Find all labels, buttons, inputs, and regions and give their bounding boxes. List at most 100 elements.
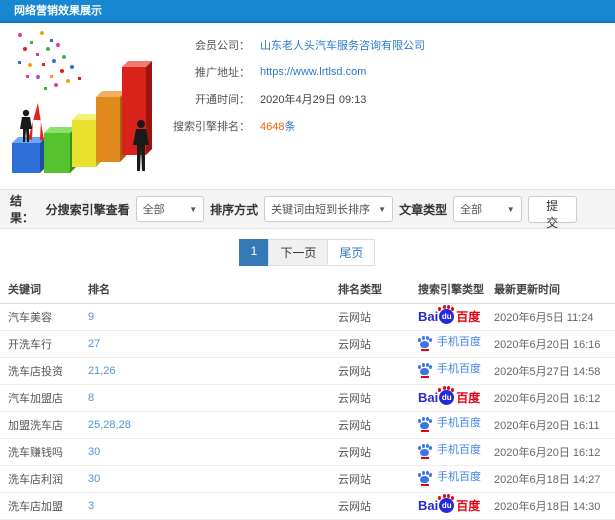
engine-cell: Bai du 百度 [418, 303, 494, 331]
rank-cell[interactable]: 21,26 [88, 357, 338, 385]
baidu-mobile-paw-part [421, 456, 429, 459]
info-row-company: 会员公司： 山东老人头汽车服务咨询有限公司 [170, 31, 615, 58]
article-type-value: 全部 [460, 204, 483, 216]
engine-cell: Bai du 百度 [418, 492, 494, 520]
member-info-panel: 会员公司： 山东老人头汽车服务咨询有限公司 推广地址： https://www.… [170, 31, 615, 139]
keyword-cell: 开洗车行 [0, 330, 88, 358]
next-page-button[interactable]: 下一页 [268, 238, 329, 266]
keyword-cell: 洗车店加盟 [0, 492, 88, 520]
engine-cell: Bai du 百度 [418, 384, 494, 412]
updated-cell: 2020年6月18日 14:30 [494, 492, 615, 520]
baidu-mobile-paw-icon [418, 470, 432, 486]
sort-select[interactable]: 关键词由短到长排序 ▼ [264, 196, 394, 222]
keyword-cell: 汽车美容 [0, 303, 88, 331]
rank-cell[interactable]: 25,28,28 [88, 411, 338, 439]
rank-cell[interactable]: 27 [88, 330, 338, 358]
rank-cell[interactable]: 30 [88, 438, 338, 466]
chevron-down-icon: ▼ [506, 204, 515, 214]
baidu-mobile-paw-part [418, 445, 421, 450]
rank-cell[interactable]: 9 [88, 303, 338, 331]
header-keyword: 关键词 [0, 275, 88, 304]
baidu-mobile-label: 手机百度 [437, 335, 481, 348]
engine-filter-select[interactable]: 全部 ▼ [135, 196, 205, 222]
rank-type-cell: 云网站 [338, 330, 418, 358]
engine-cell: 手机百度 [418, 357, 494, 385]
rank-type-cell: 云网站 [338, 384, 418, 412]
table-row: 汽车加盟店 8 云网站 Bai du 百度 2020年6月20日 16:12 [0, 384, 615, 412]
baidu-mobile-paw-part [421, 348, 429, 351]
filter-controls: 分搜索引擎查看 全部 ▼ 排序方式 关键词由短到长排序 ▼ 文章类型 全部 ▼ … [46, 195, 577, 230]
page-title: 网络营销效果展示 [14, 5, 102, 17]
table-row: 洗车店投资 21,26 云网站 手机百度 2020年5月27日 14:58 [0, 357, 615, 385]
engine-cell: 手机百度 [418, 438, 494, 466]
baidu-mobile-logo: 手机百度 [418, 443, 481, 459]
updated-cell: 2020年5月27日 14:58 [494, 357, 615, 385]
rank-type-cell: 云网站 [338, 303, 418, 331]
baidu-mobile-paw-part [422, 443, 425, 448]
baidu-mobile-paw-icon [418, 416, 432, 432]
updated-cell: 2020年6月5日 11:24 [494, 303, 615, 331]
rank-type-cell: 云网站 [338, 411, 418, 439]
updated-cell: 2020年6月20日 16:11 [494, 411, 615, 439]
baidu-logo-hanzi: 百度 [456, 390, 481, 405]
baidu-paw-icon: du [438, 305, 455, 324]
baidu-mobile-logo: 手机百度 [418, 470, 481, 486]
last-page-button[interactable]: 尾页 [327, 238, 376, 266]
open-time-label: 开通时间： [195, 93, 250, 106]
baidu-pc-logo: Bai du 百度 [418, 494, 480, 513]
baidu-mobile-label: 手机百度 [437, 470, 481, 483]
rank-type-cell: 云网站 [338, 465, 418, 493]
engine-cell: 手机百度 [418, 411, 494, 439]
baidu-mobile-paw-icon [418, 362, 432, 378]
baidu-mobile-paw-part [420, 475, 429, 483]
page-1-button[interactable]: 1 [238, 238, 270, 266]
keyword-cell: 汽车加盟店 [0, 384, 88, 412]
baidu-logo-text: Bai [418, 498, 439, 513]
baidu-mobile-paw-part [418, 418, 421, 423]
table-row: 汽车美容 9 云网站 Bai du 百度 2020年6月5日 11:24 [0, 303, 615, 331]
baidu-mobile-paw-part [429, 337, 432, 342]
rank-type-cell: 云网站 [338, 492, 418, 520]
rank-cell[interactable]: 3 [88, 492, 338, 520]
baidu-pc-logo: Bai du 百度 [418, 305, 480, 324]
article-type-select[interactable]: 全部 ▼ [453, 196, 522, 222]
baidu-mobile-logo: 手机百度 [418, 335, 481, 351]
company-link[interactable]: 山东老人头汽车服务咨询有限公司 [260, 37, 425, 53]
engine-cell: 手机百度 [418, 465, 494, 493]
baidu-mobile-label: 手机百度 [437, 443, 481, 456]
baidu-mobile-paw-part [418, 364, 421, 369]
baidu-mobile-paw-icon [418, 443, 432, 459]
promo-url-link[interactable]: https://www.lrtlsd.com [260, 66, 366, 78]
submit-button[interactable]: 提交 [527, 195, 577, 230]
table-row: 开洗车行 27 云网站 手机百度 2020年6月20日 16:16 [0, 330, 615, 358]
baidu-mobile-paw-part [420, 421, 429, 429]
company-label: 会员公司： [195, 39, 250, 52]
chevron-down-icon: ▼ [189, 204, 198, 214]
results-table-body: 汽车美容 9 云网站 Bai du 百度 2020年6月5日 11:24 开洗车行 … [0, 303, 615, 520]
updated-cell: 2020年6月20日 16:12 [494, 438, 615, 466]
keyword-cell: 洗车店利润 [0, 465, 88, 493]
baidu-logo-du-text: du [441, 393, 452, 402]
baidu-mobile-logo: 手机百度 [418, 362, 481, 378]
header-engine-type: 搜索引擎类型 [418, 275, 494, 304]
rank-cell[interactable]: 30 [88, 465, 338, 493]
baidu-logo-du-text: du [441, 501, 452, 510]
promo-url-label: 推广地址： [195, 66, 250, 79]
marketing-bar-chart-illustration [12, 31, 152, 173]
baidu-mobile-paw-part [422, 362, 425, 367]
header-rank: 排名 [88, 275, 338, 304]
baidu-paw-icon: du [438, 386, 455, 405]
engine-cell: 手机百度 [418, 330, 494, 358]
table-row: 洗车店利润 30 云网站 手机百度 2020年6月18日 14:27 [0, 465, 615, 493]
baidu-mobile-paw-part [418, 472, 421, 477]
updated-cell: 2020年6月20日 16:16 [494, 330, 615, 358]
baidu-mobile-paw-part [429, 364, 432, 369]
baidu-mobile-paw-icon [418, 335, 432, 351]
baidu-mobile-label: 手机百度 [437, 416, 481, 429]
baidu-mobile-paw-part [421, 375, 429, 378]
sort-value: 关键词由短到长排序 [271, 204, 371, 216]
baidu-mobile-paw-part [420, 340, 429, 348]
rank-cell[interactable]: 8 [88, 384, 338, 412]
open-time-value: 2020年4月29日 09:13 [260, 93, 367, 106]
updated-cell: 2020年6月18日 14:27 [494, 465, 615, 493]
